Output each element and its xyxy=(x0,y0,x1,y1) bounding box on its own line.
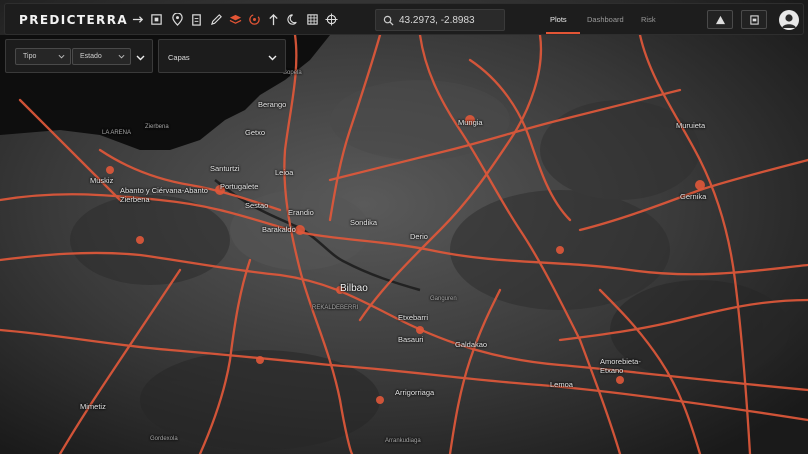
search-icon xyxy=(383,15,394,26)
map-label: Erandio xyxy=(288,208,314,217)
filters-panel: Tipo Estado xyxy=(5,39,153,73)
arrow-right-icon[interactable] xyxy=(130,11,146,27)
target-icon[interactable] xyxy=(323,11,339,27)
map-label: Barakaldo xyxy=(262,225,296,234)
layers-panel[interactable]: Capas xyxy=(158,39,286,73)
map-label: Arrigorriaga xyxy=(395,388,435,397)
estado-select[interactable]: Estado xyxy=(72,48,131,65)
map-label: Sondika xyxy=(350,218,378,227)
grid-icon[interactable] xyxy=(304,11,320,27)
map-label: Amorebieta-Etxano xyxy=(600,357,641,375)
expand-filters-chevron-icon[interactable] xyxy=(136,53,145,62)
search-value: 43.2973, -2.8983 xyxy=(399,14,475,26)
warning-icon xyxy=(715,15,725,24)
active-tab-indicator xyxy=(546,32,580,34)
map-label: Berango xyxy=(258,100,287,109)
map-label: Etxebarri xyxy=(398,313,429,322)
coordinate-search-field[interactable]: 43.2973, -2.8983 xyxy=(375,9,505,31)
tipo-select[interactable]: Tipo xyxy=(15,48,71,65)
map-label: Getxo xyxy=(245,128,266,137)
rotate-icon[interactable] xyxy=(246,11,262,27)
top-bar: PREDICTERRA 43.2973, -2.8983 Plots Dashb… xyxy=(4,3,804,35)
tab-dashboard[interactable]: Dashboard xyxy=(587,15,624,24)
clipboard-icon[interactable] xyxy=(188,11,204,27)
layers-label: Capas xyxy=(168,53,190,62)
map-label: Leioa xyxy=(275,168,294,177)
device-button[interactable] xyxy=(741,10,767,29)
map-label: Lemoa xyxy=(550,380,573,389)
arrow-up-icon[interactable] xyxy=(265,11,281,27)
map-label: Sestao xyxy=(245,201,269,210)
chevron-down-icon xyxy=(118,54,125,59)
map-label: Mimetiz xyxy=(80,402,106,411)
tipo-select-value: Tipo xyxy=(23,53,37,60)
map-label: Portugalete xyxy=(220,182,259,191)
map-label: Galdakao xyxy=(455,340,488,349)
map-label: Abanto y Ciérvana-Abanto Zierbena xyxy=(120,186,208,204)
user-avatar[interactable] xyxy=(779,10,799,30)
tab-risk[interactable]: Risk xyxy=(641,15,656,24)
layers-icon[interactable] xyxy=(227,11,243,27)
map-label: REKALDEBERRI xyxy=(312,305,359,311)
map-label: Mungia xyxy=(458,118,483,127)
moon-icon[interactable] xyxy=(285,11,301,27)
map-label: Arrankudiaga xyxy=(385,438,421,444)
map-pin-icon[interactable] xyxy=(169,11,185,27)
map-label: Bilbao xyxy=(340,283,368,294)
app-logo: PREDICTERRA xyxy=(19,13,129,27)
tab-plots[interactable]: Plots xyxy=(550,15,567,24)
map-label: Gordexola xyxy=(150,436,178,442)
device-icon xyxy=(749,14,759,25)
estado-select-value: Estado xyxy=(80,53,102,60)
map-label: Basauri xyxy=(398,335,424,344)
map-label: Ganguren xyxy=(430,296,457,302)
pencil-icon[interactable] xyxy=(208,11,224,27)
map-label: LA ARENA xyxy=(102,130,132,136)
map-label: Santurtzi xyxy=(210,164,240,173)
user-icon xyxy=(782,14,796,28)
map-label: Zierbena xyxy=(145,124,169,130)
alert-button[interactable] xyxy=(707,10,733,29)
frame-select-icon[interactable] xyxy=(148,11,164,27)
map-label: Gernika xyxy=(680,192,707,201)
chevron-down-icon xyxy=(58,54,65,59)
map-label: Muruieta xyxy=(676,121,706,130)
map-label: Derio xyxy=(410,232,428,241)
map-label: Muskiz xyxy=(90,176,114,185)
chevron-down-icon xyxy=(268,55,277,61)
